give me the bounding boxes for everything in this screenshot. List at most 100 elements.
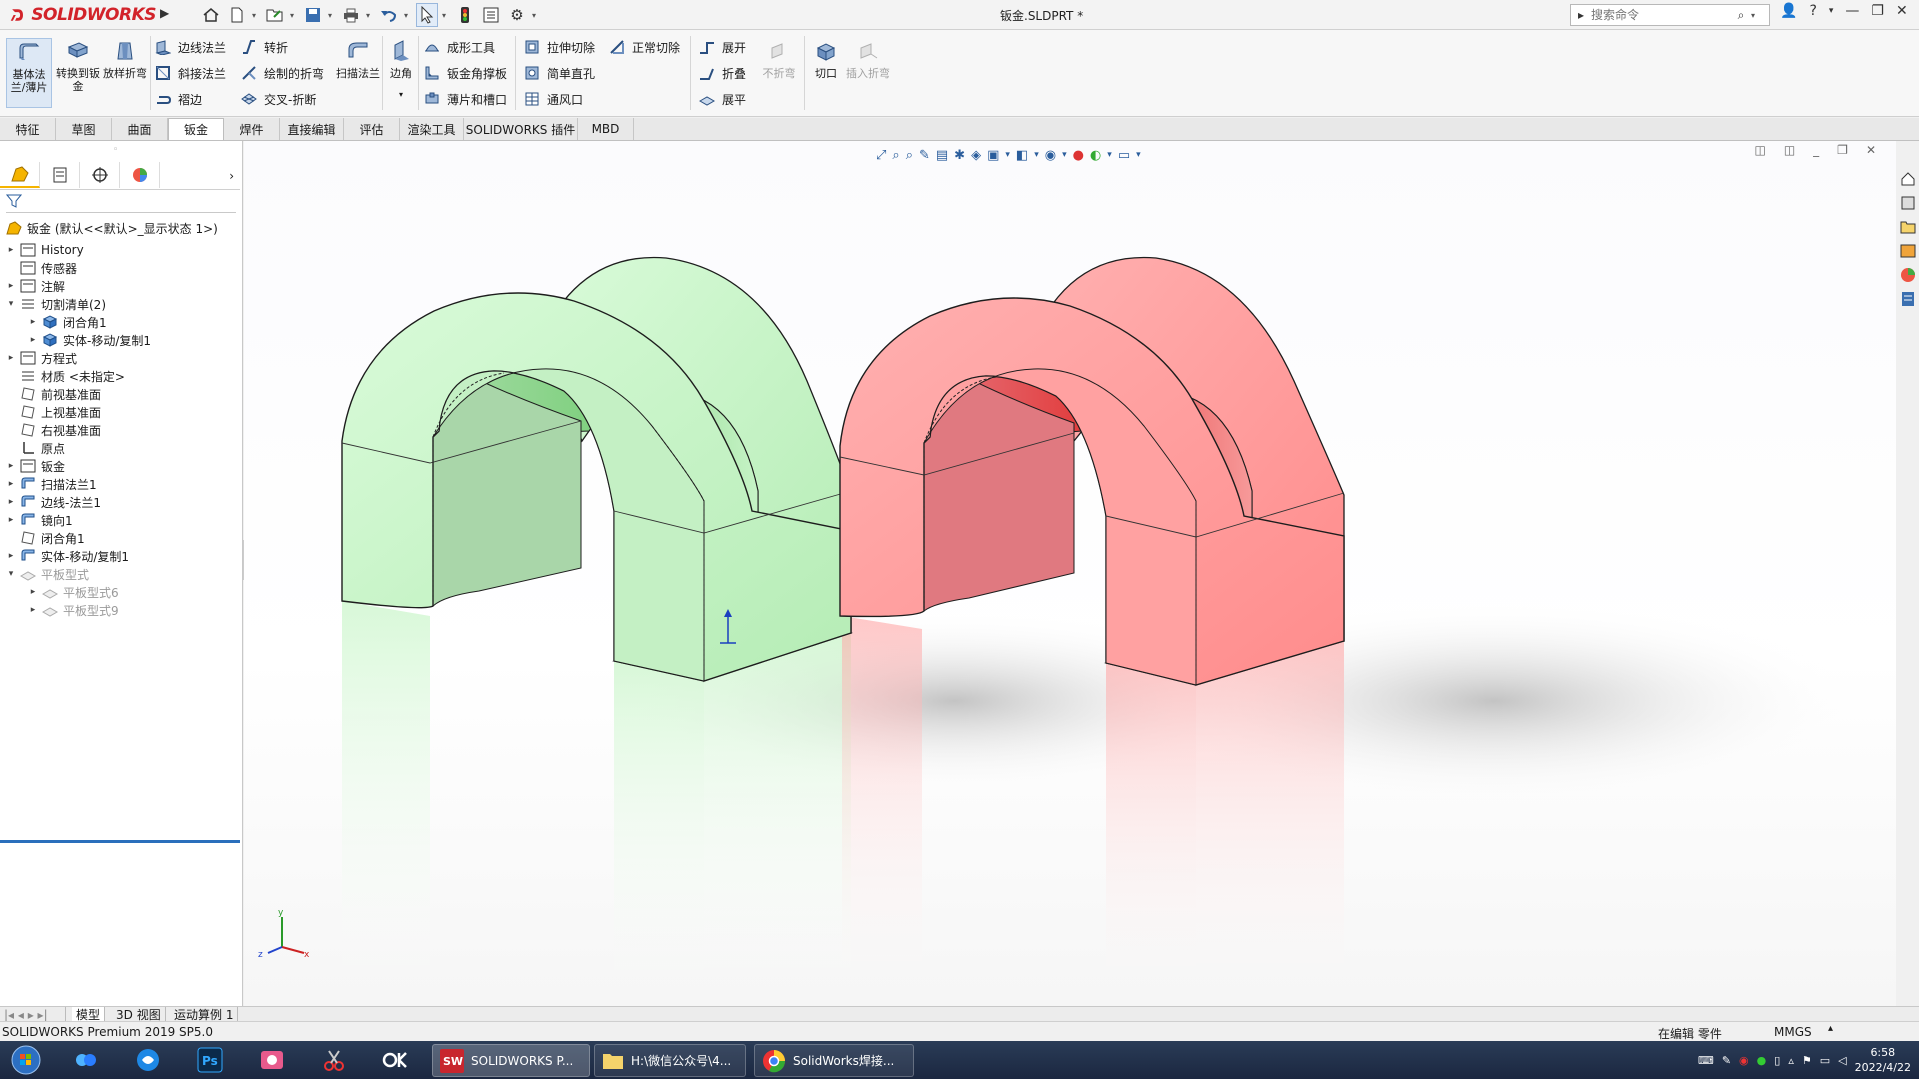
network-icon[interactable]: ▯ (1774, 1054, 1780, 1067)
restore-icon[interactable]: ❐ (1871, 3, 1884, 19)
tab-direct-editing[interactable]: 直接编辑 (280, 118, 344, 140)
tab-features[interactable]: 特征 (0, 118, 56, 140)
keyboard-icon[interactable]: ⌨ (1698, 1054, 1714, 1067)
tab-scroll-arrows[interactable]: |◂ ◂ ▸ ▸| (0, 1007, 66, 1022)
panel-grip-icon[interactable]: ◦ (113, 145, 118, 155)
user-icon[interactable]: 👤 (1780, 3, 1797, 19)
help-icon[interactable]: ? (1809, 3, 1816, 19)
chevron-down-icon[interactable]: ▾ (4, 299, 18, 309)
wechat-icon[interactable]: ● (1757, 1054, 1767, 1067)
edge-flange-button[interactable]: 边线法兰 (154, 36, 226, 58)
search-input[interactable] (1591, 8, 1731, 22)
system-clock[interactable]: 6:58 2022/4/22 (1855, 1045, 1911, 1075)
hem-button[interactable]: 褶边 (154, 88, 202, 110)
swept-flange-button[interactable]: 扫描法兰 (335, 38, 381, 108)
design-library-icon[interactable] (1899, 194, 1917, 212)
baidu-netdisk-icon[interactable] (66, 1044, 106, 1076)
traffic-light-icon[interactable] (454, 3, 476, 27)
print-icon[interactable] (340, 3, 362, 27)
select-pointer-icon[interactable] (416, 3, 438, 27)
sheet-metal-gusset-button[interactable]: 钣金角撑板 (423, 62, 507, 84)
tab-surfaces[interactable]: 曲面 (112, 118, 168, 140)
input-method-icon[interactable]: ✎ (1722, 1054, 1731, 1067)
chevron-down-icon[interactable]: ▾ (252, 11, 260, 20)
feature-manager-tab-icon[interactable] (0, 162, 40, 188)
chevron-right-icon[interactable]: ▸ (26, 335, 40, 345)
tab-render-tools[interactable]: 渲染工具 (400, 118, 464, 140)
chevron-right-icon[interactable]: › (160, 162, 240, 189)
chevron-down-icon[interactable]: ▾ (399, 88, 403, 101)
sketched-bend-button[interactable]: 绘制的折弯 (240, 62, 324, 84)
appearances-icon[interactable] (1899, 266, 1917, 284)
forming-tool-button[interactable]: 成形工具 (423, 36, 495, 58)
display-manager-tab-icon[interactable] (120, 162, 160, 188)
undo-icon[interactable] (378, 3, 400, 27)
tab-model[interactable]: 模型 (72, 1007, 106, 1022)
display-icon[interactable]: ▭ (1820, 1054, 1830, 1067)
options-gear-icon[interactable]: ⚙ (506, 3, 528, 27)
chevron-down-icon[interactable]: ▾ (404, 11, 412, 20)
unfold-button[interactable]: 展开 (698, 36, 746, 58)
chevron-right-icon[interactable]: ▸ (4, 479, 18, 489)
start-button-icon[interactable] (6, 1044, 46, 1076)
lofted-bend-button[interactable]: 放样折弯 (102, 38, 148, 108)
chevron-down-icon[interactable]: ▾ (4, 569, 18, 579)
chevron-up-icon[interactable]: ▴ (1828, 1023, 1833, 1034)
tab-evaluate[interactable]: 评估 (344, 118, 400, 140)
base-flange-button[interactable]: 基体法兰/薄片 (6, 38, 52, 108)
chevron-right-icon[interactable]: ▸ (26, 605, 40, 615)
chevron-down-icon[interactable]: ▾ (532, 11, 540, 20)
image-viewer-icon[interactable] (252, 1044, 292, 1076)
flatten-button[interactable]: 展平 (698, 88, 746, 110)
insert-bends-button[interactable]: 插入折弯 (846, 38, 890, 108)
fold-button[interactable]: 折叠 (698, 62, 746, 84)
rip-button[interactable]: 切口 (806, 38, 846, 108)
minimize-icon[interactable]: — (1845, 3, 1859, 19)
rollback-bar[interactable] (0, 840, 240, 843)
chevron-down-icon[interactable]: ▾ (1751, 11, 1759, 20)
chevron-down-icon[interactable]: ▾ (290, 11, 298, 20)
tree-filter[interactable] (5, 193, 236, 213)
tab-3d-views[interactable]: 3D 视图 (112, 1007, 166, 1022)
security-app-icon[interactable]: ◉ (1739, 1054, 1749, 1067)
chevron-right-icon[interactable]: ▸ (4, 551, 18, 561)
chevron-right-icon[interactable]: ▸ (4, 245, 18, 255)
solidworks-logo[interactable]: SOLIDWORKS (10, 3, 156, 27)
tree-root[interactable]: 钣金 (默认<<默认>_显示状态 1>) (0, 217, 240, 239)
cross-break-button[interactable]: 交叉-折断 (240, 88, 316, 110)
chevron-right-icon[interactable]: ▸ (26, 587, 40, 597)
ok-app-icon[interactable] (376, 1044, 416, 1076)
snipping-tool-icon[interactable] (314, 1044, 354, 1076)
miter-flange-button[interactable]: 斜接法兰 (154, 62, 226, 84)
property-manager-tab-icon[interactable] (40, 162, 80, 188)
file-properties-icon[interactable] (480, 3, 502, 27)
extruded-cut-button[interactable]: 拉伸切除 (523, 36, 595, 58)
tab-and-slot-button[interactable]: 薄片和槽口 (423, 88, 507, 110)
chevron-right-icon[interactable]: ▸ (4, 497, 18, 507)
tab-mbd[interactable]: MBD (578, 118, 634, 140)
chevron-right-icon[interactable]: ▸ (4, 461, 18, 471)
chevron-right-icon[interactable]: ▸ (4, 281, 18, 291)
new-document-icon[interactable] (226, 3, 248, 27)
save-icon[interactable] (302, 3, 324, 27)
chevron-down-icon[interactable]: ▾ (328, 11, 336, 20)
chevron-down-icon[interactable]: ▾ (1829, 6, 1834, 16)
view-palette-icon[interactable] (1899, 242, 1917, 260)
tab-weldments[interactable]: 焊件 (224, 118, 280, 140)
open-folder-icon[interactable] (264, 3, 286, 27)
chevron-right-icon[interactable]: ▸ (4, 353, 18, 363)
search-icon[interactable]: ⌕ (1731, 8, 1751, 23)
tab-sketch[interactable]: 草图 (56, 118, 112, 140)
taskbar-app-browser[interactable]: SolidWorks焊接... (754, 1044, 914, 1077)
convert-to-sheet-metal-button[interactable]: 转换到钣金 (55, 38, 101, 108)
tab-solidworks-addins[interactable]: SOLIDWORKS 插件 (464, 118, 578, 140)
menu-expand-icon[interactable]: ▶ (160, 6, 170, 24)
solidworks-resources-icon[interactable] (1899, 170, 1917, 188)
photoshop-icon[interactable]: Ps (190, 1044, 230, 1076)
simple-hole-button[interactable]: 简单直孔 (523, 62, 595, 84)
show-hidden-icons-icon[interactable]: ▵ (1788, 1054, 1794, 1067)
home-icon[interactable] (200, 3, 222, 27)
corner-button[interactable]: 边角 ▾ (384, 38, 418, 108)
volume-icon[interactable]: ◁ (1838, 1054, 1846, 1067)
close-icon[interactable]: ✕ (1896, 3, 1908, 19)
